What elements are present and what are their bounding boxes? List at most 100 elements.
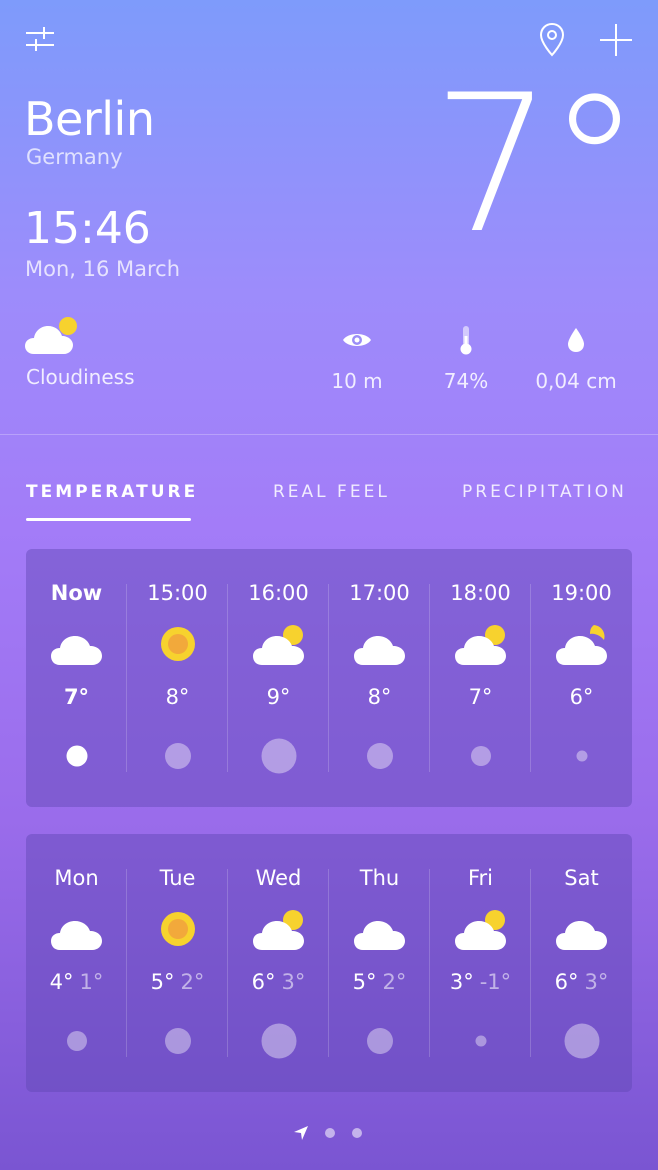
low-temperature: -1° <box>479 970 512 994</box>
page-dot[interactable] <box>325 1128 335 1138</box>
cloud-sun-icon <box>249 621 309 667</box>
hourly-forecast-column[interactable]: 18:00 7° <box>430 549 531 807</box>
daily-forecast-column[interactable]: Wed 6° 3° <box>228 834 329 1092</box>
hour-label: Now <box>50 581 103 605</box>
day-temperature-range: 3° -1° <box>430 970 531 994</box>
hourly-forecast-column[interactable]: Now 7° <box>26 549 127 807</box>
day-temperature-range: 6° 3° <box>228 970 329 994</box>
page-dot[interactable] <box>352 1128 362 1138</box>
precipitation-value: 0,04 cm <box>535 369 617 393</box>
daily-forecast-column[interactable]: Thu 5° 2° <box>329 834 430 1092</box>
active-tab-indicator <box>26 518 191 521</box>
cloud-icon <box>350 906 410 952</box>
hour-temperature: 7° <box>63 685 90 709</box>
day-label: Thu <box>359 866 400 890</box>
precipitation-dot <box>475 1035 486 1047</box>
high-temperature: 6° <box>554 970 579 994</box>
day-temperature-range: 4° 1° <box>26 970 127 994</box>
hour-label: 19:00 <box>551 581 612 605</box>
hour-temperature: 8° <box>367 685 392 709</box>
current-time: 15:46 <box>24 203 151 254</box>
tab-precipitation[interactable]: PRECIPITATION <box>462 482 627 502</box>
precipitation-dot <box>164 743 191 769</box>
precipitation-dot <box>366 1028 393 1054</box>
drop-icon <box>526 325 626 355</box>
cloud-sun-icon <box>249 906 309 952</box>
stat-precipitation: 0,04 cm <box>526 325 626 393</box>
eye-icon <box>307 325 407 355</box>
high-temperature: 5° <box>352 970 377 994</box>
day-label: Wed <box>255 866 302 890</box>
daily-forecast-column[interactable]: Tue 5° 2° <box>127 834 228 1092</box>
sun-icon <box>148 906 208 952</box>
page-indicator <box>0 1122 658 1144</box>
day-label: Mon <box>54 866 99 890</box>
cloud-sun-icon <box>24 314 82 358</box>
day-temperature-range: 5° 2° <box>127 970 228 994</box>
day-label: Sat <box>564 866 599 890</box>
hour-temperature: 7° <box>468 685 493 709</box>
day-label: Tue <box>159 866 196 890</box>
high-temperature: 6° <box>251 970 276 994</box>
tab-temperature[interactable]: TEMPERATURE <box>26 482 198 502</box>
precipitation-dot <box>470 746 491 766</box>
hour-temperature: 6° <box>569 685 594 709</box>
high-temperature: 3° <box>449 970 474 994</box>
low-temperature: 1° <box>79 970 104 994</box>
hourly-forecast-column[interactable]: 15:00 8° <box>127 549 228 807</box>
current-date: Mon, 16 March <box>25 257 181 281</box>
cloud-icon <box>47 906 107 952</box>
settings-sliders-icon[interactable] <box>22 20 58 56</box>
hour-label: 16:00 <box>248 581 309 605</box>
hour-label: 17:00 <box>349 581 410 605</box>
tab-real-feel[interactable]: REAL FEEL <box>273 482 390 502</box>
cloud-sun-icon <box>451 906 511 952</box>
precipitation-dot <box>366 743 393 769</box>
cloud-icon <box>350 621 410 667</box>
stat-visibility: 10 m <box>307 325 407 393</box>
low-temperature: 2° <box>180 970 205 994</box>
precipitation-dot <box>261 738 296 774</box>
high-temperature: 4° <box>49 970 74 994</box>
sun-icon <box>148 621 208 667</box>
current-location-arrow-icon[interactable] <box>292 1124 310 1146</box>
forecast-tabs: TEMPERATURE REAL FEEL PRECIPITATION <box>0 482 658 524</box>
stat-humidity: 74% <box>416 325 516 393</box>
daily-forecast-column[interactable]: Fri 3° -1° <box>430 834 531 1092</box>
humidity-value: 74% <box>443 369 489 393</box>
hour-label: 18:00 <box>450 581 511 605</box>
day-label: Fri <box>467 866 494 890</box>
cloud-sun-icon <box>451 621 511 667</box>
hourly-forecast-card: Now 7° 15:00 8° 16:00 9° 17:00 8° 18:00 7° 19:00 6° <box>26 549 632 807</box>
thermometer-icon <box>416 325 516 355</box>
daily-forecast-column[interactable]: Mon 4° 1° <box>26 834 127 1092</box>
hourly-forecast-column[interactable]: 16:00 9° <box>228 549 329 807</box>
day-temperature-range: 6° 3° <box>531 970 632 994</box>
visibility-value: 10 m <box>331 369 383 393</box>
cloud-moon-icon <box>552 621 612 667</box>
hour-label: 15:00 <box>147 581 208 605</box>
hourly-forecast-column[interactable]: 17:00 8° <box>329 549 430 807</box>
hour-temperature: 8° <box>165 685 190 709</box>
condition-label: Cloudiness <box>26 365 135 389</box>
low-temperature: 3° <box>281 970 306 994</box>
hourly-forecast-column[interactable]: 19:00 6° <box>531 549 632 807</box>
precipitation-dot <box>66 1031 87 1051</box>
low-temperature: 3° <box>584 970 609 994</box>
country-name: Germany <box>26 145 123 169</box>
high-temperature: 5° <box>150 970 175 994</box>
day-temperature-range: 5° 2° <box>329 970 430 994</box>
precipitation-dot <box>261 1023 296 1059</box>
daily-forecast-column[interactable]: Sat 6° 3° <box>531 834 632 1092</box>
precipitation-dot <box>576 750 587 762</box>
hour-temperature: 9° <box>266 685 291 709</box>
cloud-icon <box>552 906 612 952</box>
low-temperature: 2° <box>382 970 407 994</box>
section-divider <box>0 434 658 435</box>
current-temperature: 7° <box>432 54 642 275</box>
cloud-icon <box>47 621 107 667</box>
precipitation-dot <box>164 1028 191 1054</box>
precipitation-dot <box>66 745 87 767</box>
precipitation-dot <box>564 1023 599 1059</box>
daily-forecast-card: Mon 4° 1° Tue 5° 2° Wed 6° 3° Thu 5° 2° Fri 3° -1° Sat 6… <box>26 834 632 1092</box>
